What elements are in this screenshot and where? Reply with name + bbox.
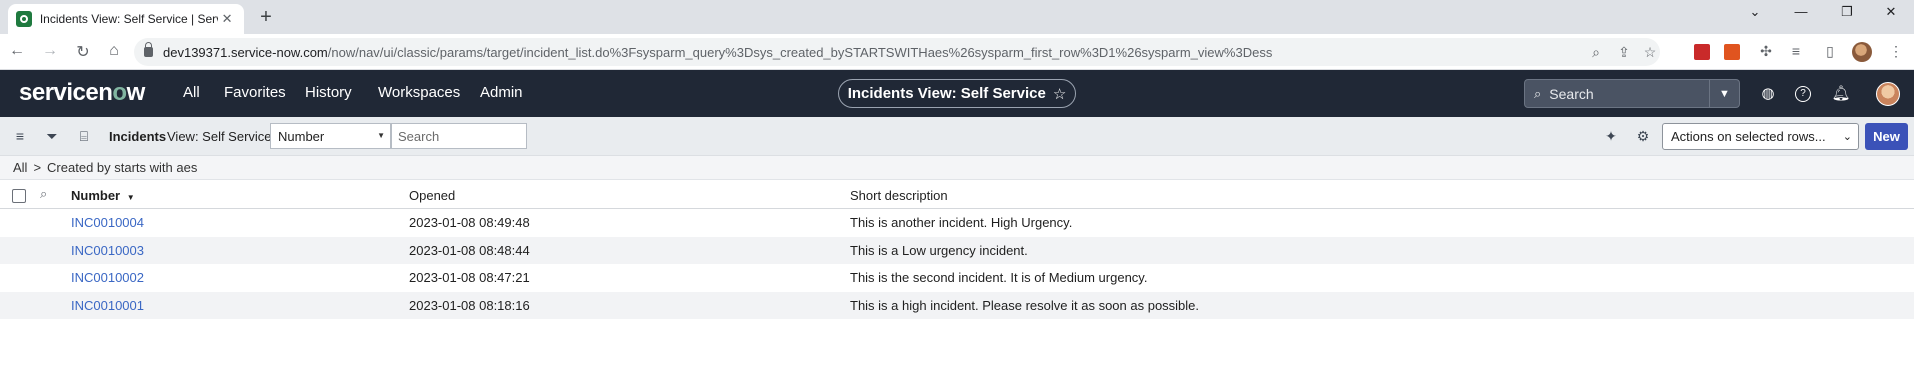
browser-menu-icon[interactable]: ⋮ <box>1886 43 1906 60</box>
table-header: ⌕ Number ▼ Opened Short description <box>0 180 1914 209</box>
breadcrumb-all[interactable]: All <box>13 160 27 175</box>
incident-number-link[interactable]: INC0010003 <box>71 243 144 258</box>
browser-tab-bar: Incidents View: Self Service | Serv ✕ + … <box>0 0 1914 34</box>
nav-favorites[interactable]: Favorites <box>224 84 286 101</box>
table-row: INC0010003 2023-01-08 08:48:44 This is a… <box>0 236 1914 264</box>
nav-history[interactable]: History <box>305 84 352 101</box>
list-search-input[interactable]: Search <box>391 123 527 149</box>
nav-workspaces[interactable]: Workspaces <box>378 84 460 101</box>
browser-profile-avatar[interactable] <box>1852 42 1872 62</box>
url-bar[interactable]: dev139371.service-now.com/now/nav/ui/cla… <box>134 38 1660 66</box>
filter-funnel-icon[interactable]: ⏷ <box>43 128 61 145</box>
chevron-down-icon: ▼ <box>377 131 385 140</box>
side-panel-icon[interactable]: ▯ <box>1820 43 1840 60</box>
tab-search-chevron-icon[interactable]: ⌄ <box>1732 4 1778 20</box>
bookmark-star-icon[interactable]: ☆ <box>1640 44 1660 61</box>
extension-lastpass-icon[interactable] <box>1694 44 1710 60</box>
close-tab-icon[interactable]: ✕ <box>218 11 236 27</box>
nav-admin[interactable]: Admin <box>480 84 523 101</box>
column-header-opened[interactable]: Opened <box>409 188 455 203</box>
opened-cell: 2023-01-08 08:48:44 <box>409 242 530 258</box>
lock-icon <box>144 42 153 57</box>
opened-cell: 2023-01-08 08:47:21 <box>409 270 530 285</box>
incident-number-link[interactable]: INC0010001 <box>71 298 144 313</box>
user-avatar[interactable] <box>1876 82 1900 106</box>
opened-cell: 2023-01-08 08:49:48 <box>409 215 530 230</box>
share-icon[interactable]: ⇪ <box>1614 44 1634 61</box>
zoom-icon[interactable]: ⌕ <box>1586 44 1606 61</box>
forward-arrow-icon[interactable]: → <box>39 42 61 60</box>
reload-icon[interactable]: ↻ <box>72 42 94 62</box>
list-options-icon[interactable]: ⌸ <box>75 128 93 145</box>
sort-descending-icon: ▼ <box>126 193 135 202</box>
servicenow-logo[interactable]: servicenow <box>19 79 145 107</box>
url-text[interactable]: dev139371.service-now.com/now/nav/ui/cla… <box>163 45 1272 60</box>
short-description-cell: This is a Low urgency incident. <box>850 242 1028 258</box>
table-body: INC0010004 2023-01-08 08:49:48 This is a… <box>0 209 1914 319</box>
table-row: INC0010001 2023-01-08 08:18:16 This is a… <box>0 291 1914 319</box>
notification-bell-icon[interactable]: 🔔︎ <box>1831 84 1851 102</box>
actions-on-selected-rows-select[interactable]: Actions on selected rows... ⌄ <box>1662 123 1859 150</box>
incident-number-link[interactable]: INC0010002 <box>71 270 144 285</box>
close-window-button[interactable]: ✕ <box>1868 4 1914 20</box>
home-icon[interactable]: ⌂ <box>103 42 125 60</box>
incident-number-link[interactable]: INC0010004 <box>71 215 144 230</box>
help-icon[interactable]: ? <box>1795 86 1811 102</box>
chevron-down-icon: ⌄ <box>1842 131 1852 143</box>
servicenow-header: servicenow All Favorites History Workspa… <box>0 70 1914 117</box>
tab-title: Incidents View: Self Service | Serv <box>39 12 219 26</box>
browser-address-bar: ← → ↻ ⌂ dev139371.service-now.com/now/na… <box>0 34 1914 70</box>
restore-button[interactable]: ❐ <box>1824 4 1870 20</box>
extensions-puzzle-icon[interactable]: ✣ <box>1756 43 1776 60</box>
table-row: INC0010004 2023-01-08 08:49:48 This is a… <box>0 209 1914 237</box>
settings-gear-icon[interactable]: ⚙ <box>1634 128 1652 145</box>
search-scope-dropdown[interactable]: ▼ <box>1710 79 1740 108</box>
column-header-number[interactable]: Number ▼ <box>71 188 135 203</box>
short-description-cell: This is a high incident. Please resolve … <box>850 297 1200 313</box>
breadcrumb: All > Created by starts with aes <box>0 156 1914 180</box>
nav-all[interactable]: All <box>183 84 200 101</box>
reading-list-icon[interactable]: ≡ <box>1786 43 1806 59</box>
list-toolbar: ≡ ⏷ ⌸ Incidents View: Self Service Numbe… <box>0 117 1914 156</box>
new-button[interactable]: New <box>1865 123 1908 150</box>
short-description-cell: This is the second incident. It is of Me… <box>850 270 1148 285</box>
column-header-short-description[interactable]: Short description <box>850 188 948 203</box>
sparkle-icon[interactable]: ✦ <box>1602 128 1620 145</box>
short-description-cell: This is another incident. High Urgency. <box>850 215 1073 230</box>
extension-percent-icon[interactable] <box>1724 44 1740 60</box>
opened-cell: 2023-01-08 08:18:16 <box>409 297 530 313</box>
table-row: INC0010002 2023-01-08 08:47:21 This is t… <box>0 264 1914 292</box>
breadcrumb-separator: > <box>33 160 42 175</box>
list-view-label: View: Self Service <box>167 129 272 144</box>
globe-icon[interactable]: ◍ <box>1758 84 1778 102</box>
column-search-icon[interactable]: ⌕ <box>40 186 47 202</box>
global-search-input[interactable]: ⌕ Search <box>1524 79 1710 108</box>
search-icon: ⌕ <box>1534 85 1542 101</box>
page-title-pill[interactable]: Incidents View: Self Service ☆ <box>838 79 1076 108</box>
select-all-checkbox[interactable] <box>12 189 26 203</box>
page-title: Incidents View: Self Service <box>847 85 1046 102</box>
browser-tab[interactable]: Incidents View: Self Service | Serv ✕ <box>8 4 244 34</box>
list-title[interactable]: Incidents <box>109 129 166 144</box>
breadcrumb-filter[interactable]: Created by starts with aes <box>47 160 197 175</box>
back-arrow-icon[interactable]: ← <box>6 42 28 60</box>
favorite-star-icon[interactable]: ☆ <box>1053 85 1066 103</box>
servicenow-favicon-icon <box>16 11 32 27</box>
new-tab-button[interactable]: + <box>254 6 278 29</box>
list-menu-hamburger-icon[interactable]: ≡ <box>11 128 29 144</box>
minimize-button[interactable]: — <box>1778 4 1824 19</box>
search-field-select[interactable]: Number ▼ <box>270 123 391 149</box>
